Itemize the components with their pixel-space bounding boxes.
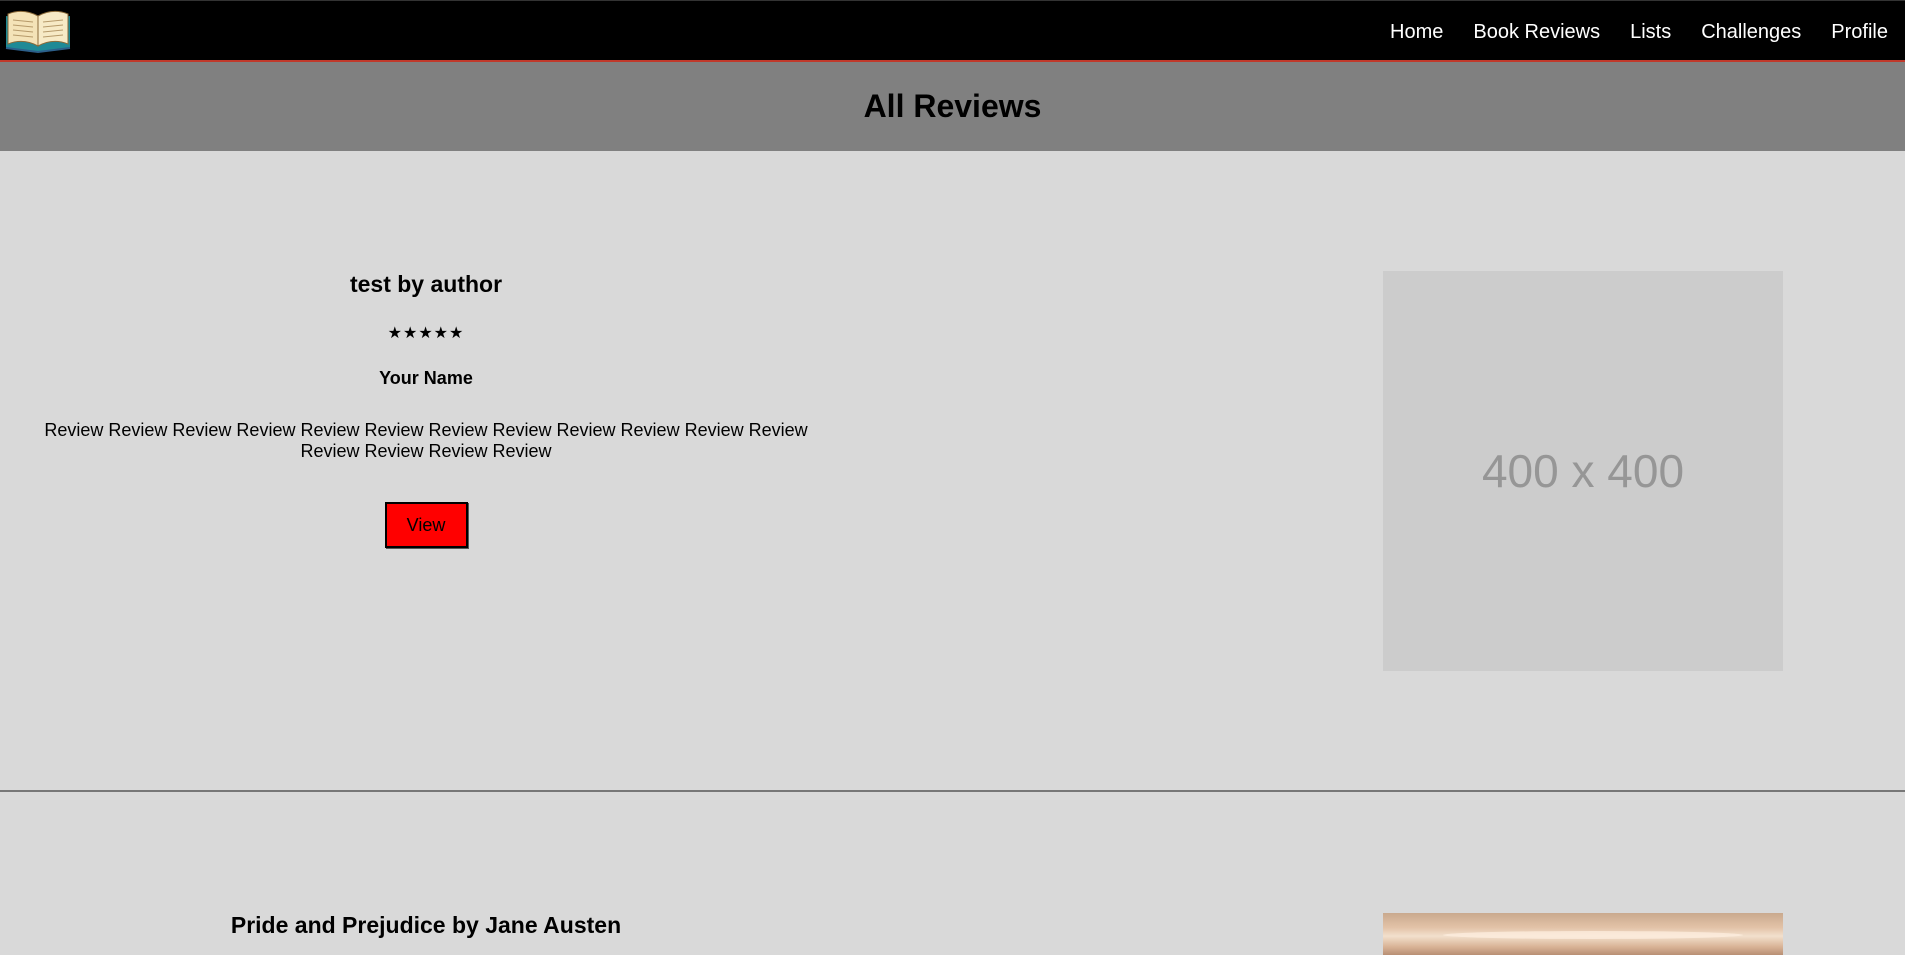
book-cover-placeholder: 400 x 400 [1383,271,1783,671]
nav-profile[interactable]: Profile [1831,22,1888,42]
review-text: Pride and Prejudice by Jane Austen [0,912,852,939]
review-body: Review Review Review Review Review Revie… [44,420,808,461]
book-cover-image [1383,913,1783,955]
nav-home[interactable]: Home [1390,22,1443,42]
view-button[interactable]: View [384,502,468,548]
top-navbar: Home Book Reviews Lists Challenges Profi… [0,0,1905,62]
open-book-icon[interactable] [3,8,73,54]
main-nav: Home Book Reviews Lists Challenges Profi… [1360,1,1888,63]
reviewer-name: Your Name [379,368,473,388]
page-title-band: All Reviews [0,62,1905,151]
nav-challenges[interactable]: Challenges [1701,22,1801,42]
review-card: test by author ★★★★★ Your Name Review Re… [0,151,1905,790]
placeholder-label: 400 x 400 [1481,445,1685,497]
review-title: test by author [349,271,503,297]
nav-lists[interactable]: Lists [1630,22,1671,42]
nav-book-reviews[interactable]: Book Reviews [1473,22,1600,42]
review-text: test by author ★★★★★ Your Name Review Re… [0,271,852,548]
page: Home Book Reviews Lists Challenges Profi… [0,0,1905,955]
review-title: Pride and Prejudice by Jane Austen [230,912,622,938]
star-rating: ★★★★★ [387,325,465,342]
page-title: All Reviews [863,88,1042,124]
